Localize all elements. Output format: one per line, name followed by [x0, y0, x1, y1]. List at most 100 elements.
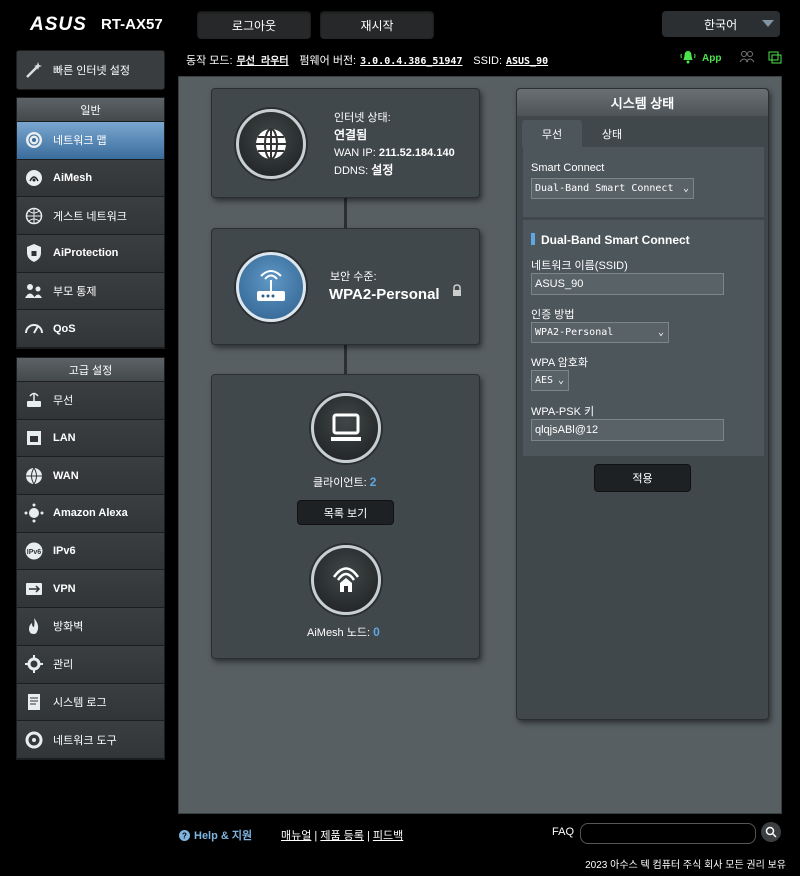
firmware-link[interactable]: 3.0.0.4.386_51947 — [360, 56, 462, 67]
aimesh-value: 0 — [373, 625, 380, 639]
menu-firewall[interactable]: 방화벽 — [17, 608, 164, 646]
menu-vpn[interactable]: VPN — [17, 570, 164, 609]
ssid-input[interactable]: ASUS_90 — [531, 273, 724, 295]
op-mode-label: 동작 모드: — [186, 55, 233, 67]
aimesh-node-icon[interactable] — [311, 545, 381, 615]
menu-aiprotection[interactable]: AiProtection — [17, 235, 164, 273]
restart-button[interactable]: 재시작 — [320, 11, 434, 39]
help-support-link[interactable]: ? Help & 지원 — [179, 827, 252, 843]
psk-label: WPA-PSK 키 — [531, 406, 595, 418]
tab-wireless[interactable]: 무선 — [522, 120, 582, 147]
language-select[interactable]: 한국어 — [662, 11, 780, 37]
ddns-link[interactable]: 설정 — [371, 163, 393, 177]
menu-lan[interactable]: LAN — [17, 419, 164, 458]
menu-label: 네트워크 맵 — [53, 135, 107, 148]
monitor-icon[interactable] — [311, 393, 381, 463]
menu-label: AiProtection — [53, 247, 119, 260]
wand-icon — [23, 59, 45, 81]
ssid-label: SSID: — [473, 55, 502, 67]
language-value: 한국어 — [704, 17, 738, 32]
menu-parental-control[interactable]: 부모 통제 — [17, 272, 164, 311]
smart-connect-label: Smart Connect — [531, 162, 605, 174]
internet-status-value: 연결됨 — [334, 128, 368, 142]
menu-ipv6[interactable]: IPv6 IPv6 — [17, 532, 164, 571]
aimesh-count: AiMesh 노드: 0 — [307, 624, 380, 640]
app-link[interactable]: App — [702, 53, 721, 64]
system-status-title: 시스템 상태 — [517, 89, 768, 116]
parental-control-icon — [23, 280, 45, 302]
network-map-icon — [23, 129, 45, 151]
footer: ? Help & 지원 매뉴얼 | 제품 등록 | 피드백 FAQ 2023 아… — [0, 816, 800, 876]
menu-wan[interactable]: WAN — [17, 457, 164, 496]
feedback-link[interactable]: 피드백 — [373, 830, 403, 842]
wan-ip-value: 211.52.184.140 — [378, 147, 455, 159]
copyright: 2023 아수스 텍 컴퓨터 주식 회사 모든 권리 보유 — [585, 860, 786, 871]
advanced-menu: 고급 설정 무선 LAN WAN Amazon Alexa IPv6 IPv6 … — [16, 357, 165, 760]
section-bar — [531, 233, 535, 245]
search-icon[interactable] — [761, 822, 781, 842]
router-icon[interactable] — [236, 252, 306, 322]
chevron-down-icon: ⌄ — [557, 375, 564, 386]
auth-select[interactable]: WPA2-Personal ⌄ — [531, 322, 669, 343]
menu-guest-network[interactable]: 게스트 네트워크 — [17, 197, 164, 236]
status-line: 동작 모드: 무선 라우터 펌웨어 버전: 3.0.0.4.386_51947 SS… — [186, 52, 548, 68]
vpn-icon — [23, 578, 45, 600]
clients-count: 클라이언트: 2 — [313, 474, 376, 490]
menu-system-log[interactable]: 시스템 로그 — [17, 683, 164, 722]
menu-wireless[interactable]: 무선 — [17, 382, 164, 420]
menu-label: AiMesh — [53, 172, 93, 185]
usb-icon[interactable] — [767, 50, 783, 67]
menu-aimesh[interactable]: AiMesh — [17, 159, 164, 198]
auth-label: 인증 방법 — [531, 309, 575, 321]
smart-connect-select[interactable]: Dual-Band Smart Connect ⌄ — [531, 178, 694, 199]
users-icon[interactable] — [739, 50, 755, 67]
security-label: 보안 수준: — [330, 271, 377, 283]
lan-icon — [23, 427, 45, 449]
view-list-button[interactable]: 목록 보기 — [297, 500, 394, 525]
encryption-value: AES — [535, 375, 554, 386]
quick-setup-label: 빠른 인터넷 설정 — [53, 65, 130, 77]
logout-button[interactable]: 로그아웃 — [197, 11, 311, 39]
menu-network-map[interactable]: 네트워크 맵 — [17, 122, 164, 160]
psk-input[interactable]: qlqjsABl@12 — [531, 419, 724, 441]
apply-button[interactable]: 적용 — [594, 464, 691, 492]
auth-value: WPA2-Personal — [535, 327, 614, 338]
menu-network-tools[interactable]: 네트워크 도구 — [17, 721, 164, 759]
section-title: Dual-Band Smart Connect — [541, 233, 690, 247]
smart-connect-value: Dual-Band Smart Connect — [535, 183, 674, 194]
section-header: Dual-Band Smart Connect — [531, 233, 690, 247]
faq-search-input[interactable] — [580, 823, 756, 844]
quick-internet-setup[interactable]: 빠른 인터넷 설정 — [16, 50, 165, 90]
ssid-link[interactable]: ASUS_90 — [506, 56, 548, 67]
menu-amazon-alexa[interactable]: Amazon Alexa — [17, 495, 164, 533]
smart-connect-section: Smart Connect Dual-Band Smart Connect ⌄ — [523, 147, 764, 217]
menu-label: 게스트 네트워크 — [53, 210, 127, 223]
register-link[interactable]: 제품 등록 — [320, 830, 364, 842]
menu-label: QoS — [53, 322, 76, 335]
menu-administration[interactable]: 관리 — [17, 645, 164, 684]
svg-text:?: ? — [182, 831, 187, 840]
system-status-panel: 시스템 상태 무선 상태 Smart Connect Dual-Band Sma… — [516, 88, 769, 720]
menu-label: 관리 — [53, 659, 74, 672]
wireless-icon — [23, 389, 45, 411]
guest-network-icon — [23, 205, 45, 227]
manual-link[interactable]: 매뉴얼 — [281, 830, 311, 842]
app-bell-icon[interactable] — [680, 50, 696, 67]
chevron-down-icon — [762, 20, 774, 27]
clients-value: 2 — [369, 475, 377, 489]
globe-icon[interactable] — [236, 109, 306, 179]
menu-qos[interactable]: QoS — [17, 310, 164, 349]
ssid-field-label: 네트워크 이름(SSID) — [531, 260, 628, 272]
model-name: RT-AX57 — [101, 16, 163, 33]
menu-label: VPN — [53, 582, 76, 595]
wan-ip-label: WAN IP: — [334, 147, 376, 159]
menu-label: WAN — [53, 469, 79, 482]
tab-status[interactable]: 상태 — [582, 120, 642, 147]
connector-line — [344, 345, 347, 375]
op-mode-link[interactable]: 무선 라우터 — [237, 56, 289, 67]
aimesh-label: AiMesh 노드: — [307, 627, 371, 639]
firmware-label: 펌웨어 버전: — [299, 55, 357, 67]
encryption-select[interactable]: AES ⌄ — [531, 370, 569, 391]
footer-links: 매뉴얼 | 제품 등록 | 피드백 — [281, 830, 404, 842]
asus-logo: ASUS — [30, 14, 87, 35]
